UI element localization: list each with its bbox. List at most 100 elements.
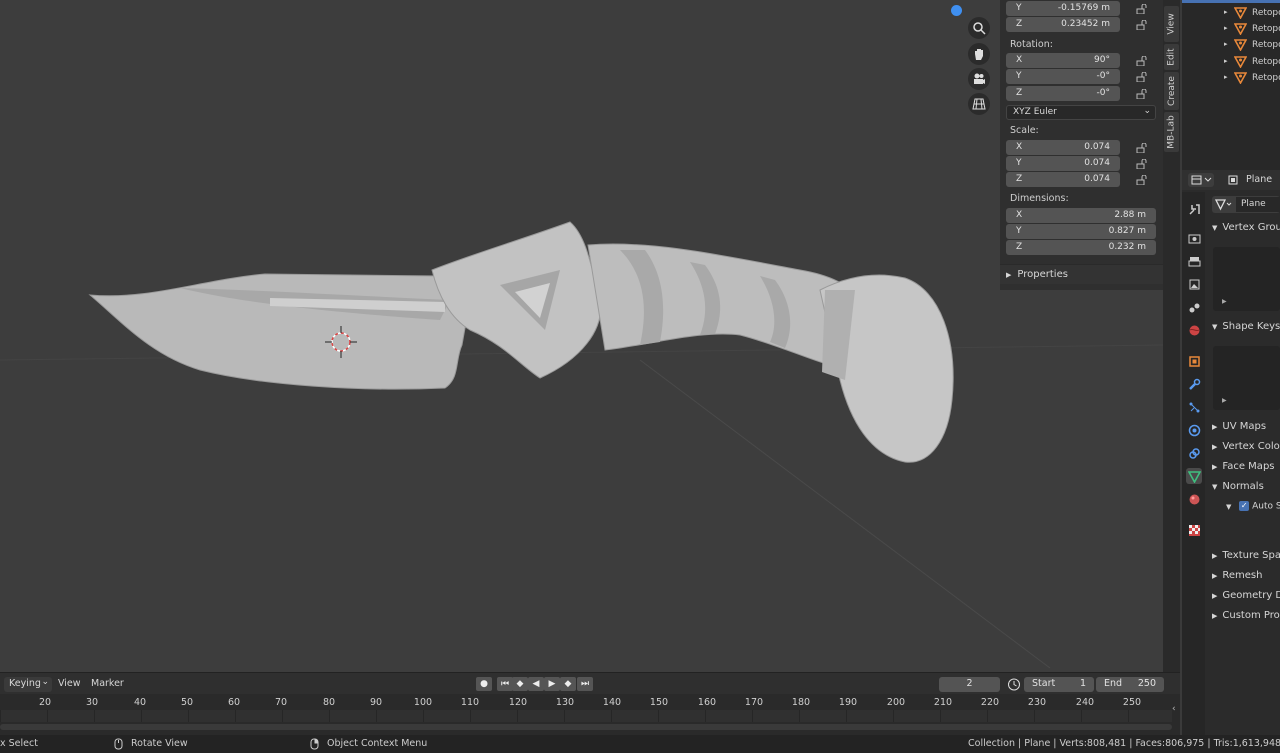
scale-z-field[interactable]: Z 0.074 bbox=[1006, 172, 1120, 187]
tab-view[interactable]: View bbox=[1164, 6, 1179, 42]
lock-icon[interactable] bbox=[1136, 143, 1148, 153]
render-icon[interactable] bbox=[1186, 230, 1202, 246]
scale-x-field[interactable]: X 0.074 bbox=[1006, 140, 1120, 155]
jump-start-icon[interactable]: ⏮ bbox=[497, 677, 513, 691]
outliner-row[interactable]: ▸Retopo bbox=[1182, 54, 1280, 70]
properties-tabs bbox=[1182, 192, 1205, 735]
editor-type-button[interactable] bbox=[1188, 173, 1214, 187]
prev-keyframe-icon[interactable]: ◆ bbox=[512, 677, 528, 691]
view-menu[interactable]: View bbox=[58, 678, 81, 689]
view-layer-icon[interactable] bbox=[1186, 276, 1202, 292]
frame-tick: 200 bbox=[886, 697, 906, 708]
editor-type-icon bbox=[1191, 175, 1212, 185]
world-icon[interactable] bbox=[1186, 322, 1202, 338]
mouse-middle-icon bbox=[114, 738, 123, 750]
rotation-x-field[interactable]: X 90° bbox=[1006, 53, 1120, 68]
lock-icon[interactable] bbox=[1136, 72, 1148, 82]
play-reverse-icon[interactable]: ◀ bbox=[528, 677, 544, 691]
frame-tick: 30 bbox=[85, 697, 99, 708]
custom-properties-panel[interactable]: ▶Custom Properties bbox=[1208, 610, 1280, 629]
timeline-scrollbar[interactable] bbox=[0, 724, 1172, 730]
dimensions-x-field[interactable]: X 2.88 m bbox=[1006, 208, 1156, 223]
timeline-ruler[interactable]: 20 30 40 50 60 70 80 90 100 110 120 130 … bbox=[0, 694, 1180, 735]
shape-keys-list[interactable]: ▶ bbox=[1213, 346, 1280, 410]
object-name: Plane bbox=[1246, 174, 1273, 185]
vertex-groups-panel[interactable]: ▼Vertex Groups bbox=[1208, 222, 1280, 241]
dimensions-y-field[interactable]: Y 0.827 m bbox=[1006, 224, 1156, 239]
rotation-z-field[interactable]: Z -0° bbox=[1006, 86, 1120, 101]
outliner-row[interactable]: ▸Retopo bbox=[1182, 5, 1280, 21]
frame-tick: 140 bbox=[602, 697, 622, 708]
jump-end-icon[interactable]: ⏭ bbox=[577, 677, 593, 691]
auto-smooth-checkbox[interactable]: ✓ bbox=[1239, 501, 1250, 511]
lock-icon[interactable] bbox=[1136, 4, 1148, 14]
wrench-icon[interactable] bbox=[1186, 376, 1202, 392]
outliner-row[interactable]: ▸Retopo bbox=[1182, 70, 1280, 86]
frame-tick: 120 bbox=[508, 697, 528, 708]
scale-y-field[interactable]: Y 0.074 bbox=[1006, 156, 1120, 171]
geometry-data-panel[interactable]: ▶Geometry Data bbox=[1208, 590, 1280, 609]
outliner-row[interactable]: ▸Retopo bbox=[1182, 37, 1280, 53]
auto-smooth-row[interactable]: ▼ ✓ Auto Smooth bbox=[1222, 501, 1280, 520]
output-icon[interactable] bbox=[1186, 253, 1202, 269]
current-frame-field[interactable]: 2 bbox=[939, 677, 1000, 692]
start-frame-field[interactable]: Start 1 bbox=[1024, 677, 1094, 692]
frame-tick: 240 bbox=[1075, 697, 1095, 708]
end-frame-field[interactable]: End 250 bbox=[1096, 677, 1164, 692]
uv-maps-panel[interactable]: ▶ UV Maps bbox=[1208, 421, 1280, 440]
physics-icon[interactable] bbox=[1186, 422, 1202, 438]
remesh-panel[interactable]: ▶ Remesh bbox=[1208, 570, 1280, 589]
texture-icon[interactable] bbox=[1186, 522, 1202, 538]
clock-icon[interactable] bbox=[1006, 677, 1022, 692]
object-props-icon[interactable] bbox=[1186, 353, 1202, 369]
mesh-name-field[interactable]: Plane bbox=[1236, 197, 1280, 212]
vertex-colors-panel[interactable]: ▶Vertex Colors bbox=[1208, 441, 1280, 460]
zoom-icon[interactable] bbox=[968, 17, 990, 39]
frame-tick: 190 bbox=[838, 697, 858, 708]
lock-icon[interactable] bbox=[1136, 20, 1148, 30]
properties-header: Plane bbox=[1182, 170, 1280, 190]
vertex-groups-list[interactable]: ▶ bbox=[1213, 247, 1280, 311]
rotation-y-field[interactable]: Y -0° bbox=[1006, 69, 1120, 84]
lock-icon[interactable] bbox=[1136, 159, 1148, 169]
material-icon[interactable] bbox=[1186, 491, 1202, 507]
mesh-data-tab-icon[interactable] bbox=[1186, 468, 1202, 484]
tab-mb-lab[interactable]: MB-Lab bbox=[1164, 112, 1179, 152]
location-z-field[interactable]: Z 0.23452 m bbox=[1006, 17, 1120, 32]
keying-menu[interactable]: Keying ⌄ bbox=[4, 677, 52, 692]
particles-icon[interactable] bbox=[1186, 399, 1202, 415]
texture-space-panel[interactable]: ▶Texture Space bbox=[1208, 550, 1280, 569]
rotation-mode-select[interactable]: XYZ Euler ⌄ bbox=[1006, 105, 1156, 120]
record-icon[interactable]: ● bbox=[476, 677, 492, 691]
status-rotate-view: Rotate View bbox=[131, 738, 188, 749]
scene-icon[interactable] bbox=[1186, 299, 1202, 315]
lock-icon[interactable] bbox=[1136, 89, 1148, 99]
frame-tick: 40 bbox=[133, 697, 147, 708]
knife-blade bbox=[88, 273, 471, 390]
tool-icon[interactable] bbox=[1186, 201, 1202, 217]
marker-menu[interactable]: Marker bbox=[91, 678, 124, 689]
lock-icon[interactable] bbox=[1136, 56, 1148, 66]
properties-subpanel-header[interactable]: ▶ Properties bbox=[1000, 264, 1163, 284]
3d-viewport[interactable] bbox=[0, 0, 1163, 672]
dimensions-z-field[interactable]: Z 0.232 m bbox=[1006, 240, 1156, 255]
grid-perspective-icon[interactable] bbox=[968, 93, 990, 115]
face-maps-panel[interactable]: ▶ Face Maps bbox=[1208, 461, 1280, 480]
location-y-field[interactable]: Y -0.15769 m bbox=[1006, 1, 1120, 16]
mesh-data-icon bbox=[1215, 199, 1232, 211]
axis-gizmo-dot[interactable] bbox=[951, 5, 962, 16]
frame-tick: 250 bbox=[1122, 697, 1142, 708]
constraints-icon[interactable] bbox=[1186, 445, 1202, 461]
lock-icon[interactable] bbox=[1136, 175, 1148, 185]
normals-panel[interactable]: ▼ Normals bbox=[1208, 481, 1280, 500]
camera-icon[interactable] bbox=[968, 68, 990, 90]
collapse-arrow-icon[interactable]: ‹ bbox=[1172, 704, 1176, 714]
play-icon[interactable]: ▶ bbox=[544, 677, 560, 691]
shape-keys-panel[interactable]: ▼ Shape Keys bbox=[1208, 321, 1280, 340]
outliner-row[interactable]: ▸Retopo bbox=[1182, 21, 1280, 37]
pan-hand-icon[interactable] bbox=[968, 43, 990, 65]
tab-create[interactable]: Create bbox=[1164, 72, 1179, 110]
next-keyframe-icon[interactable]: ◆ bbox=[560, 677, 576, 691]
mesh-datablock-selector[interactable]: Plane bbox=[1212, 196, 1280, 213]
tab-edit[interactable]: Edit bbox=[1164, 44, 1179, 70]
